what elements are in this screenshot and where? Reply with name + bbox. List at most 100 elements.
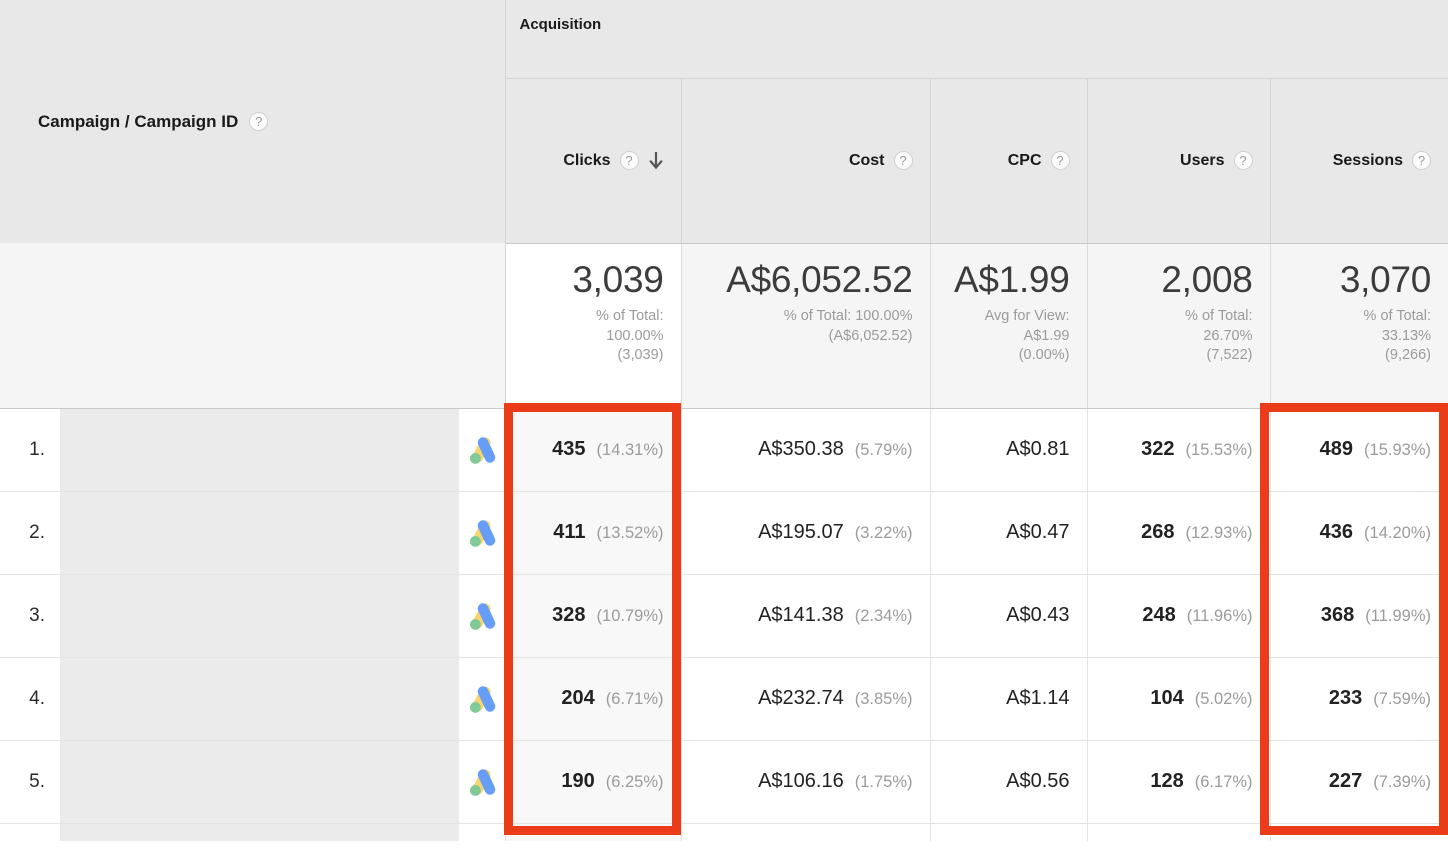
column-header-sessions-label: Sessions: [1333, 152, 1403, 170]
column-header-clicks[interactable]: Clicks ?: [505, 78, 681, 243]
summary-cpc-line-3: (0.00%): [941, 346, 1070, 366]
summary-sessions-value: 3,070: [1281, 259, 1432, 300]
table-row[interactable]: 3. 328(10.79%) A$141.38(2.3: [0, 574, 1448, 657]
row-index: [0, 823, 60, 841]
row-index: 3.: [0, 574, 60, 657]
redacted-campaign-name: [60, 658, 459, 740]
cell-cpc: [930, 823, 1087, 841]
help-circle-icon[interactable]: ?: [1234, 151, 1253, 170]
cell-sessions-pct: (15.93%): [1364, 441, 1431, 459]
row-dimension-cell[interactable]: [60, 740, 505, 823]
summary-clicks-value: 3,039: [516, 259, 664, 300]
cell-sessions-value: 436: [1320, 521, 1353, 543]
cell-sessions: 233(7.59%): [1270, 657, 1448, 740]
cell-cost: A$141.38 (2.34%): [681, 574, 930, 657]
help-circle-icon[interactable]: ?: [620, 151, 639, 170]
redacted-campaign-name: [60, 492, 459, 574]
group-header-acquisition: Acquisition: [505, 0, 1448, 78]
row-index: 2.: [0, 491, 60, 574]
summary-cpc-detail: Avg for View: A$1.99 (0.00%): [941, 307, 1070, 366]
summary-dimension-cell: [0, 243, 505, 408]
cell-clicks-value: 435: [552, 438, 585, 460]
cell-clicks-pct: (14.31%): [597, 441, 664, 459]
group-header-row: Campaign / Campaign ID ? Acquisition: [0, 0, 1448, 78]
summary-clicks-line-3: (3,039): [516, 346, 664, 366]
arrow-down-icon[interactable]: [648, 151, 664, 171]
row-dimension-cell[interactable]: [60, 491, 505, 574]
cell-sessions: [1270, 823, 1448, 841]
cell-cost-pct: (3.22%): [855, 524, 913, 542]
cell-users-value: 128: [1150, 770, 1183, 792]
table-row[interactable]: 2. 411(13.52%) A$195.07(3.2: [0, 491, 1448, 574]
help-circle-icon[interactable]: ?: [1412, 151, 1431, 170]
cell-clicks: [505, 823, 681, 841]
column-header-cost-label: Cost: [849, 152, 885, 170]
row-dimension-cell[interactable]: [60, 574, 505, 657]
acquisition-campaign-table: Campaign / Campaign ID ? Acquisition Cli…: [0, 0, 1448, 841]
summary-cell-clicks: 3,039 % of Total: 100.00% (3,039): [505, 243, 681, 408]
row-index: 4.: [0, 657, 60, 740]
cell-sessions-value: 368: [1321, 604, 1354, 626]
row-dimension-cell[interactable]: [60, 657, 505, 740]
summary-cost-value: A$6,052.52: [692, 259, 913, 300]
cell-cpc-value: A$0.43: [1006, 604, 1069, 626]
column-header-users[interactable]: Users ?: [1087, 78, 1270, 243]
cell-cpc-value: A$0.81: [1006, 438, 1069, 460]
cell-cpc: A$0.47: [930, 491, 1087, 574]
help-circle-icon[interactable]: ?: [1051, 151, 1070, 170]
cell-cpc-value: A$0.47: [1006, 521, 1069, 543]
cell-users-pct: (12.93%): [1186, 524, 1253, 542]
column-header-clicks-label: Clicks: [563, 152, 610, 170]
table-row[interactable]: 1. 435(14.31%) A$350.38(5.7: [0, 408, 1448, 491]
help-circle-icon[interactable]: ?: [249, 112, 268, 131]
cell-cost: A$232.74(3.85%): [681, 657, 930, 740]
summary-cell-cost: A$6,052.52 % of Total: 100.00% (A$6,052.…: [681, 243, 930, 408]
column-header-sessions[interactable]: Sessions ?: [1270, 78, 1448, 243]
cell-cost-value: A$141.38: [758, 604, 844, 626]
table-row[interactable]: 4. 204(6.71%) A$232.74(3.85: [0, 657, 1448, 740]
cell-cost: [681, 823, 930, 841]
cell-cost: A$106.16(1.75%): [681, 740, 930, 823]
cell-cpc: A$1.14: [930, 657, 1087, 740]
cell-users: [1087, 823, 1270, 841]
cell-clicks-value: 204: [561, 687, 594, 709]
cell-users-pct: (11.96%): [1187, 607, 1253, 625]
row-dimension-cell[interactable]: [60, 823, 505, 841]
dimension-header-label: Campaign / Campaign ID: [38, 112, 238, 132]
cell-clicks-pct: (10.79%): [597, 607, 664, 625]
summary-clicks-detail: % of Total: 100.00% (3,039): [516, 307, 664, 366]
cell-sessions-value: 227: [1329, 770, 1362, 792]
cell-cost: A$195.07 (3.22%): [681, 491, 930, 574]
summary-cell-users: 2,008 % of Total: 26.70% (7,522): [1087, 243, 1270, 408]
dimension-header-cell[interactable]: Campaign / Campaign ID ?: [0, 0, 505, 243]
column-header-cpc[interactable]: CPC ?: [930, 78, 1087, 243]
group-header-label: Acquisition: [520, 16, 602, 33]
column-header-cost[interactable]: Cost ?: [681, 78, 930, 243]
summary-cpc-value: A$1.99: [941, 259, 1070, 300]
cell-clicks-pct: (6.71%): [606, 690, 664, 708]
cell-sessions: 436 (14.20%): [1270, 491, 1448, 574]
summary-cost-line-1: % of Total: 100.00%: [692, 307, 913, 327]
table-row-partial[interactable]: [0, 823, 1448, 841]
table-row[interactable]: 5. 190(6.25%) A$106.16(1.75: [0, 740, 1448, 823]
summary-cost-detail: % of Total: 100.00% (A$6,052.52): [692, 307, 913, 346]
cell-cost-pct: (1.75%): [855, 773, 913, 791]
summary-cell-cpc: A$1.99 Avg for View: A$1.99 (0.00%): [930, 243, 1087, 408]
cell-cpc-value: A$0.56: [1006, 770, 1069, 792]
cell-sessions-pct: (14.20%): [1364, 524, 1431, 542]
summary-sessions-line-1: % of Total:: [1281, 307, 1432, 327]
summary-clicks-line-2: 100.00%: [516, 327, 664, 347]
cell-users-pct: (5.02%): [1195, 690, 1253, 708]
google-ads-icon: [459, 763, 505, 801]
summary-users-line-3: (7,522): [1098, 346, 1253, 366]
help-circle-icon[interactable]: ?: [894, 151, 913, 170]
row-dimension-cell[interactable]: [60, 408, 505, 491]
cell-cost-pct: (3.85%): [855, 690, 913, 708]
redacted-campaign-name: [60, 824, 459, 841]
summary-sessions-line-3: (9,266): [1281, 346, 1432, 366]
column-header-users-label: Users: [1180, 152, 1224, 170]
google-ads-icon: [459, 514, 505, 552]
cell-cpc: A$0.43: [930, 574, 1087, 657]
cell-cost-pct: (2.34%): [855, 607, 913, 625]
cell-cost-value: A$195.07: [758, 521, 844, 543]
